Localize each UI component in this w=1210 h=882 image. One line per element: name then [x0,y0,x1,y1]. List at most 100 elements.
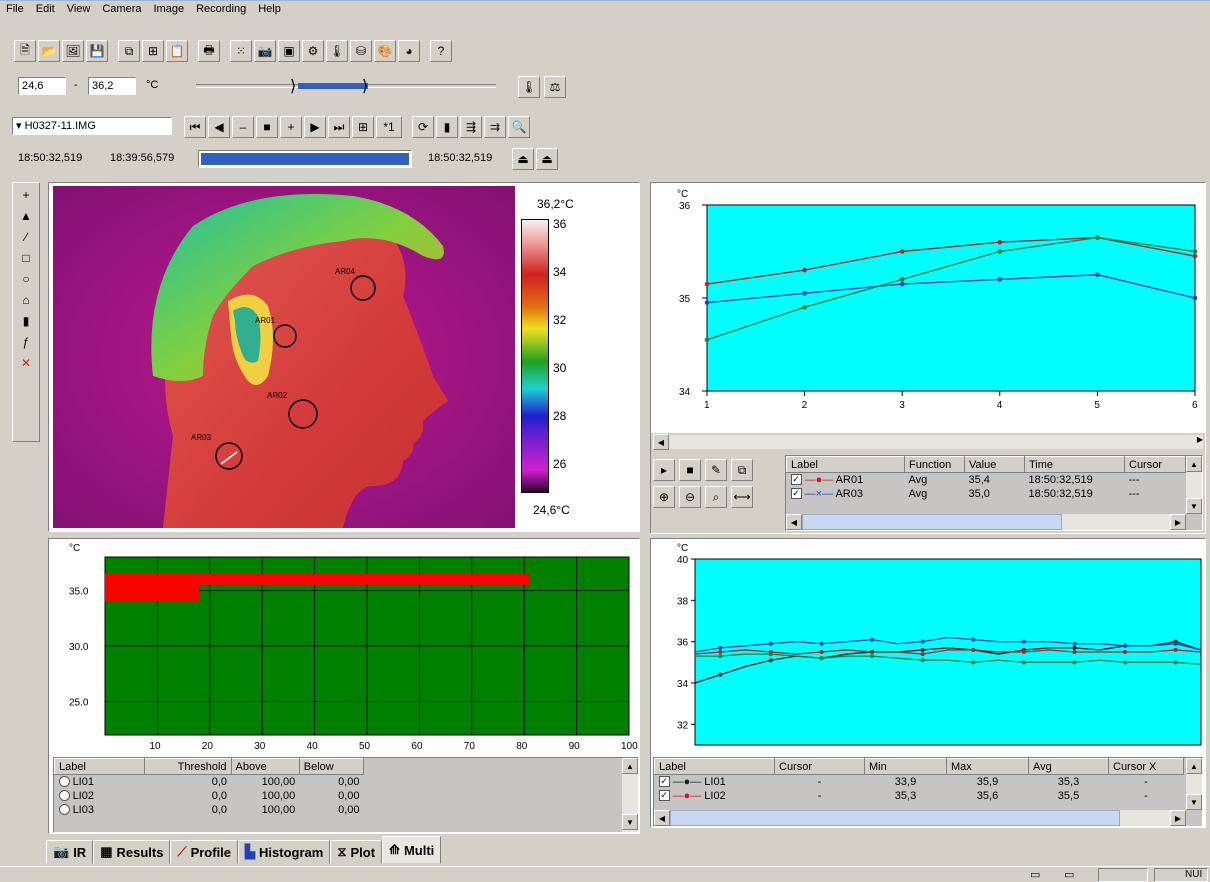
col-header[interactable]: Time [1024,456,1125,473]
refresh-icon[interactable]: ⟳ [412,116,434,138]
col-header[interactable]: Cursor [774,758,865,775]
table-row[interactable]: LI03 0,0 100,00 0,00 [54,802,364,817]
ir-image[interactable]: AR04 AR01 AR02 AR03 [53,186,515,528]
palette-icon[interactable]: 🎨 [374,40,396,62]
plot2-table[interactable]: Label Cursor Min Max Avg Cursor X ✓ —●— … [653,757,1203,827]
table-row[interactable]: ✓ —×— AR03 Avg 35,0 18:50:32,519 --- [786,486,1186,501]
play-icon[interactable]: ▸ [653,459,675,481]
series-checkbox[interactable]: ✓ [658,790,670,802]
scroll-down-icon[interactable]: ▼ [1186,794,1202,810]
open-folder-icon[interactable]: 📂 [38,40,60,62]
file-dropdown[interactable]: ▾ H0327-11.IMG [12,117,172,135]
help-icon[interactable]: ? [430,40,452,62]
histogram-chart[interactable]: °C 10 20 30 40 50 60 70 80 90 100 25.0 30.0 35.0 [49,539,639,757]
play-icon[interactable]: ▶ [304,116,326,138]
step-back-icon[interactable]: – [232,116,254,138]
table-row[interactable]: ✓ —●— AR01 Avg 35,4 18:50:32,519 --- [786,472,1186,487]
new-icon[interactable]: 🗎 [14,40,36,62]
col-header[interactable]: Cursor [1124,456,1186,473]
crosshair-icon[interactable]: + [15,185,37,204]
scroll-thumb[interactable] [670,810,1120,826]
zoom-fit-icon[interactable]: ⌕ [705,486,727,508]
col-header[interactable]: Label [654,758,775,775]
col-header[interactable]: Value [964,456,1025,473]
plot1-table[interactable]: Label Function Value Time Cursor ✓ —●— A… [785,455,1203,531]
col-header[interactable]: Label [786,456,905,473]
menu-camera[interactable]: Camera [96,1,147,15]
table-row[interactable]: LI02 0,0 100,00 0,00 [54,788,364,803]
plot1-hscroll-thumb[interactable] [671,435,681,449]
fit-width-icon[interactable]: ⟷ [731,486,753,508]
col-header[interactable]: Avg [1028,758,1109,775]
plot1-hscroll[interactable]: ◀ ▶ [653,434,1203,450]
palette-adjust-icon[interactable]: ▮ [436,116,458,138]
col-header[interactable]: Cursor X [1108,758,1184,775]
plot1-table-hscroll[interactable]: ◀ ▶ [786,514,1186,530]
set-end-icon[interactable]: ⏏ [536,148,558,170]
copy-all-icon[interactable]: ⊞ [142,40,164,62]
menu-view[interactable]: View [61,1,97,15]
line-icon[interactable]: ∕ [15,227,37,246]
col-header[interactable]: Label [54,758,146,775]
menu-file[interactable]: File [0,1,30,15]
plot2-table-hscroll[interactable]: ◀ ▶ [654,810,1186,826]
zoom-in-icon[interactable]: ⊕ [653,486,675,508]
copy-icon[interactable]: ⧉ [118,40,140,62]
disk-icon[interactable]: ⛁ [350,40,372,62]
row-radio[interactable] [58,790,70,802]
menu-help[interactable]: Help [252,1,287,15]
menu-recording[interactable]: Recording [190,1,252,15]
row-radio[interactable] [58,804,70,816]
import-icon[interactable]: ⇉ [484,116,506,138]
open-image-icon[interactable]: 🖼 [62,40,84,62]
rectangle-icon[interactable]: □ [15,248,37,267]
scroll-left-icon[interactable]: ◀ [786,514,802,530]
scroll-left-icon[interactable]: ◀ [653,434,669,450]
range-slider-left-handle[interactable]: ⟩ [290,76,296,96]
stop-icon[interactable]: ■ [256,116,278,138]
scroll-down-icon[interactable]: ▼ [622,814,638,830]
color-icon[interactable]: ◕ [398,40,420,62]
tab-plot[interactable]: ⧖ Plot [330,840,383,864]
table-row[interactable]: ✓ —●— LI02 - 35,3 35,6 35,5 - [654,788,1184,803]
plot2-chart[interactable]: °C 32 34 36 38 40 [651,539,1205,757]
save-icon[interactable]: 💾 [86,40,108,62]
tab-profile[interactable]: ⟋ Profile [170,840,239,864]
formula-icon[interactable]: ƒ [15,332,37,351]
spot-icon[interactable]: ▲ [15,206,37,225]
time-slider[interactable] [198,150,412,168]
range-max-input[interactable]: 36,2 [88,77,136,95]
paste-icon[interactable]: 📋 [166,40,188,62]
frame-select-icon[interactable]: ⊞ [352,116,374,138]
copy-icon[interactable]: ⧉ [731,459,753,481]
scroll-right-icon[interactable]: ▶ [1170,514,1186,530]
camera-icon[interactable]: 📷 [254,40,276,62]
frame-icon[interactable]: ▣ [278,40,300,62]
col-header[interactable]: Below [298,758,365,775]
isotherm-icon[interactable]: ▮ [15,311,37,330]
scroll-down-icon[interactable]: ▼ [1186,498,1202,514]
edit-icon[interactable]: ✎ [705,459,727,481]
ellipse-icon[interactable]: ○ [15,269,37,288]
scroll-left-icon[interactable]: ◀ [654,810,670,826]
histogram-table-vscroll[interactable]: ▲ ▼ [622,758,638,832]
scroll-right-icon[interactable]: ▶ [1197,435,1203,444]
tab-results[interactable]: ▦ Results [93,840,171,864]
histogram-table[interactable]: Label Threshold Above Below LI01 0,0 100… [53,757,639,833]
col-header[interactable]: Threshold [144,758,232,775]
scroll-up-icon[interactable]: ▲ [1186,456,1202,472]
range-lock-icon[interactable]: ⚖ [544,76,566,98]
plot2-table-vscroll[interactable]: ▲ ▼ [1186,758,1202,810]
delete-icon[interactable]: ✕ [15,353,37,372]
scroll-up-icon[interactable]: ▲ [1186,758,1202,774]
tab-histogram[interactable]: ▙ Histogram [238,840,331,864]
set-start-icon[interactable]: ⏏ [512,148,534,170]
polygon-icon[interactable]: ⌂ [15,290,37,309]
scroll-thumb[interactable] [802,514,1062,530]
print-icon[interactable]: 🖶 [198,40,220,62]
export-icon[interactable]: ⇶ [460,116,482,138]
menu-image[interactable]: Image [147,1,190,15]
zoom-out-icon[interactable]: ⊖ [679,486,701,508]
tab-ir[interactable]: 📷 IR [46,840,94,864]
range-min-input[interactable]: 24,6 [18,77,66,95]
